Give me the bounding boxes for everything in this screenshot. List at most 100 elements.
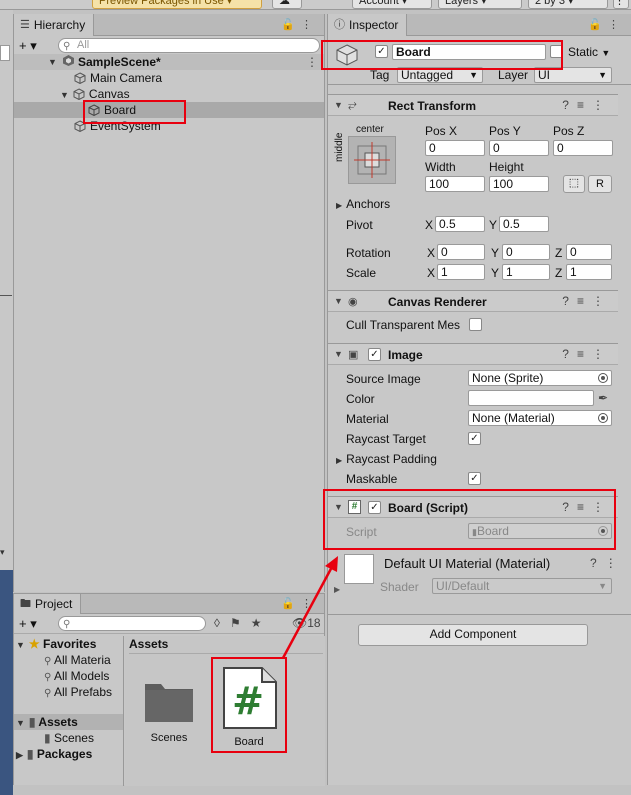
script-enabled-checkbox[interactable]: ✓ — [368, 501, 381, 514]
raycast-padding-foldout[interactable]: ▶ Raycast Padding — [336, 452, 437, 466]
hidden-count[interactable]: 👁18 — [292, 616, 321, 630]
scale-y-field[interactable]: 1 — [502, 264, 550, 280]
more-icon[interactable]: ⋮ — [301, 19, 318, 31]
hierarchy-search-input[interactable]: ⚲ All — [58, 38, 320, 53]
scene-view-dropdown-icon[interactable]: ▾ — [0, 547, 5, 558]
expand-arrow-icon[interactable]: ▼ — [60, 90, 69, 100]
scale-z-field[interactable]: 1 — [566, 264, 612, 280]
favorites-node[interactable]: ▼ ★ Favorites — [16, 636, 96, 652]
raw-edit-button[interactable]: R — [588, 175, 612, 193]
height-field[interactable]: 100 — [489, 176, 549, 192]
search-icon: ⚲ — [44, 656, 52, 667]
scene-view-field[interactable] — [0, 45, 10, 61]
anchor-presets-button[interactable] — [348, 136, 396, 184]
expand-arrow-icon[interactable]: ▼ — [16, 718, 25, 728]
project-tab[interactable]: 🖿 Project — [14, 594, 82, 614]
account-dropdown[interactable]: Account ▾ — [352, 0, 432, 9]
color-field[interactable] — [468, 390, 594, 406]
menu-icon[interactable]: ⋮ — [613, 0, 629, 9]
raycast-target-checkbox[interactable]: ✓ — [468, 432, 481, 445]
anchors-foldout[interactable]: ▶ Anchors — [336, 197, 390, 211]
scene-row[interactable]: ▼ SampleScene* ⋮ — [14, 54, 324, 70]
layer-dropdown[interactable]: UI ▼ — [534, 67, 612, 83]
hierarchy-item-main-camera[interactable]: Main Camera — [74, 70, 162, 86]
pivot-x-field[interactable]: 0.5 — [435, 216, 485, 232]
hierarchy-tab[interactable]: ☰ Hierarchy — [14, 14, 95, 36]
active-checkbox[interactable]: ✓ — [375, 45, 388, 58]
component-controls[interactable]: ?≡⋮ — [562, 98, 612, 112]
star-icon[interactable]: ★ — [251, 616, 272, 630]
static-checkbox[interactable] — [550, 45, 563, 58]
packages-node[interactable]: ▶ ▮ Packages — [16, 746, 92, 762]
scene-more-icon[interactable]: ⋮ — [306, 54, 318, 70]
hierarchy-add-button[interactable]: + ▾ — [19, 38, 37, 54]
material-controls[interactable]: ?⋮ — [590, 556, 625, 570]
collapse-arrow-icon[interactable]: ▶ — [16, 750, 23, 760]
rotation-y-field[interactable]: 0 — [502, 244, 550, 260]
scale-x-field[interactable]: 1 — [437, 264, 485, 280]
hierarchy-item-canvas[interactable]: ▼ Canvas — [60, 86, 130, 102]
assets-child-scenes[interactable]: ▮ Scenes — [44, 730, 94, 746]
collapse-arrow-icon[interactable]: ▼ — [334, 100, 343, 110]
maskable-checkbox[interactable]: ✓ — [468, 472, 481, 485]
image-header[interactable]: ▼ ▣ ✓ Image ?≡⋮ — [328, 343, 618, 365]
assets-node[interactable]: ▼ ▮ Assets — [14, 714, 123, 730]
cull-transparent-checkbox[interactable] — [469, 318, 482, 331]
cloud-icon[interactable]: ☁ — [272, 0, 302, 9]
asset-folder-scenes[interactable]: Scenes — [143, 678, 198, 744]
collapse-arrow-icon[interactable]: ▼ — [334, 296, 343, 306]
collapse-arrow-icon[interactable]: ▶ — [334, 585, 340, 594]
posx-field[interactable]: 0 — [425, 140, 485, 156]
expand-arrow-icon[interactable]: ▼ — [16, 640, 25, 650]
tag-icon[interactable]: ⚑ — [230, 616, 251, 630]
preview-packages-button[interactable]: Preview Packages in Use ▾ — [92, 0, 262, 9]
lock-icon[interactable]: 🔓 — [281, 598, 301, 610]
component-controls[interactable]: ?≡⋮ — [562, 500, 612, 514]
rotation-z-field[interactable]: 0 — [566, 244, 612, 260]
layout-dropdown[interactable]: 2 by 3 ▾ — [528, 0, 608, 9]
material-field[interactable]: None (Material) — [468, 410, 612, 426]
favorites-item[interactable]: ⚲ All Materia — [44, 652, 111, 668]
inspector-tab-controls[interactable]: 🔓⋮ — [588, 18, 625, 31]
component-controls[interactable]: ?≡⋮ — [562, 347, 612, 361]
lock-icon[interactable]: 🔓 — [281, 19, 301, 31]
source-image-field[interactable]: None (Sprite) — [468, 370, 612, 386]
width-field[interactable]: 100 — [425, 176, 485, 192]
more-icon[interactable]: ⋮ — [301, 598, 318, 610]
image-enabled-checkbox[interactable]: ✓ — [368, 348, 381, 361]
rect-transform-header[interactable]: ▼ ⥂ Rect Transform ?≡⋮ — [328, 94, 618, 116]
add-component-button[interactable]: Add Component — [358, 624, 588, 646]
inspector-tab[interactable]: ⓘ Inspector — [328, 14, 408, 36]
lock-icon[interactable]: 🔓 — [588, 19, 608, 31]
rotation-x-field[interactable]: 0 — [437, 244, 485, 260]
blueprint-mode-button[interactable]: ⬚ — [563, 175, 585, 193]
more-icon[interactable]: ⋮ — [608, 19, 625, 31]
hierarchy-item-eventsystem[interactable]: EventSystem — [74, 118, 161, 134]
asset-script-board[interactable]: # Board — [220, 666, 285, 756]
pivot-y-field[interactable]: 0.5 — [499, 216, 549, 232]
project-filter-icons[interactable]: ◊⚑★ — [214, 616, 271, 630]
object-name-field[interactable]: Board — [392, 44, 546, 60]
component-controls[interactable]: ?≡⋮ — [562, 294, 612, 308]
posz-field[interactable]: 0 — [553, 140, 613, 156]
collapse-arrow-icon[interactable]: ▼ — [334, 349, 343, 359]
hierarchy-item-board[interactable]: Board — [14, 102, 324, 118]
project-search-input[interactable]: ⚲ — [58, 616, 206, 631]
eyedropper-icon[interactable]: ✒ — [598, 391, 608, 405]
expand-arrow-icon[interactable]: ▼ — [48, 54, 57, 70]
favorites-item[interactable]: ⚲ All Models — [44, 668, 109, 684]
static-dropdown[interactable]: Static ▼ — [568, 45, 610, 59]
assets-breadcrumb[interactable]: Assets — [129, 636, 323, 654]
script-component-header[interactable]: ▼ # ✓ Board (Script) ?≡⋮ — [328, 496, 618, 518]
posy-field[interactable]: 0 — [489, 140, 549, 156]
collapse-arrow-icon[interactable]: ▼ — [334, 502, 343, 512]
gameobject-cube-icon[interactable] — [335, 43, 359, 67]
project-tab-controls[interactable]: 🔓⋮ — [281, 597, 318, 610]
layers-dropdown[interactable]: Layers ▾ — [438, 0, 522, 9]
tag-dropdown[interactable]: Untagged ▼ — [397, 67, 483, 83]
favorites-item[interactable]: ⚲ All Prefabs — [44, 684, 112, 700]
canvas-renderer-header[interactable]: ▼ ◉ Canvas Renderer ?≡⋮ — [328, 290, 618, 312]
filter-by-type-icon[interactable]: ◊ — [214, 616, 230, 630]
hierarchy-tab-controls[interactable]: 🔓⋮ — [281, 18, 318, 31]
project-add-button[interactable]: + ▾ — [19, 616, 37, 632]
